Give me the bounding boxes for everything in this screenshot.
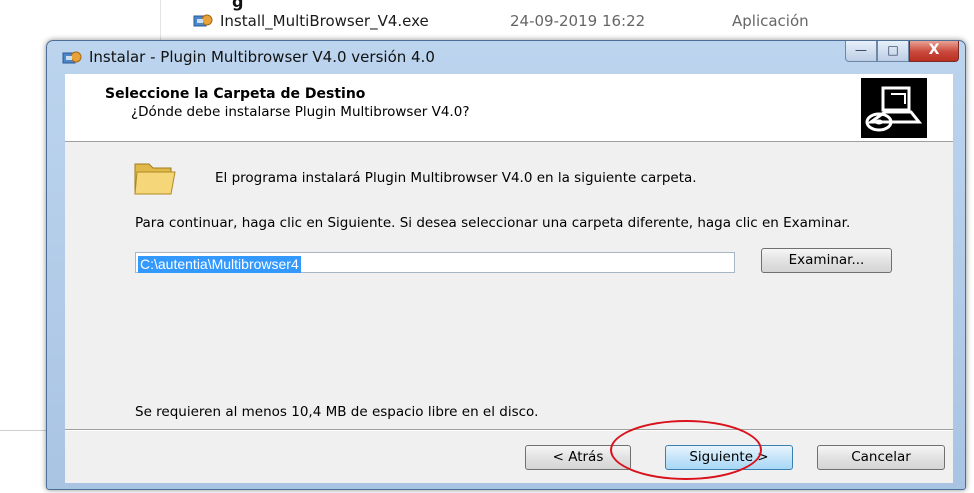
- destination-message: El programa instalará Plugin Multibrowse…: [215, 170, 697, 186]
- minimize-button[interactable]: —: [845, 41, 877, 62]
- folder-icon: [133, 158, 179, 196]
- instructions-text: Para continuar, haga clic en Siguiente. …: [135, 215, 851, 231]
- column-divider: [160, 0, 161, 40]
- window-controls: — □ X: [845, 41, 959, 62]
- wizard-header: Seleccione la Carpeta de Destino ¿Dónde …: [65, 74, 953, 142]
- titlebar[interactable]: Instalar - Plugin Multibrowser V4.0 vers…: [47, 41, 965, 75]
- destination-path-field[interactable]: C:\autentia\Multibrowser4: [135, 252, 735, 273]
- cancel-button[interactable]: Cancelar: [817, 445, 945, 470]
- installer-app-icon: [61, 49, 83, 67]
- installer-app-icon: [192, 12, 214, 30]
- close-icon: X: [928, 42, 940, 58]
- explorer-background: g Install_MultiBrowser_V4.exe 24-09-2019…: [0, 0, 974, 40]
- next-button-highlight-annotation: [610, 420, 762, 480]
- maximize-button[interactable]: □: [877, 41, 909, 62]
- disk-space-message: Se requieren al menos 10,4 MB de espacio…: [135, 404, 539, 420]
- dialog-client-area: Seleccione la Carpeta de Destino ¿Dónde …: [65, 74, 953, 483]
- file-type: Aplicación: [732, 12, 809, 30]
- computer-cd-icon: [861, 78, 927, 138]
- minimize-icon: —: [855, 43, 867, 57]
- browse-button[interactable]: Examinar...: [761, 248, 892, 273]
- installer-dialog: Instalar - Plugin Multibrowser V4.0 vers…: [46, 40, 966, 490]
- maximize-icon: □: [887, 43, 899, 57]
- page-title: Seleccione la Carpeta de Destino: [105, 86, 366, 102]
- window-title: Instalar - Plugin Multibrowser V4.0 vers…: [89, 48, 435, 66]
- page-subtitle: ¿Dónde debe instalarse Plugin Multibrows…: [131, 104, 470, 120]
- file-date: 24-09-2019 16:22: [510, 12, 646, 30]
- destination-path-value: C:\autentia\Multibrowser4: [138, 256, 301, 273]
- file-name: Install_MultiBrowser_V4.exe: [220, 12, 429, 30]
- close-button[interactable]: X: [909, 41, 959, 62]
- file-row[interactable]: Install_MultiBrowser_V4.exe 24-09-2019 1…: [192, 10, 809, 32]
- footer-divider-highlight: [65, 430, 953, 431]
